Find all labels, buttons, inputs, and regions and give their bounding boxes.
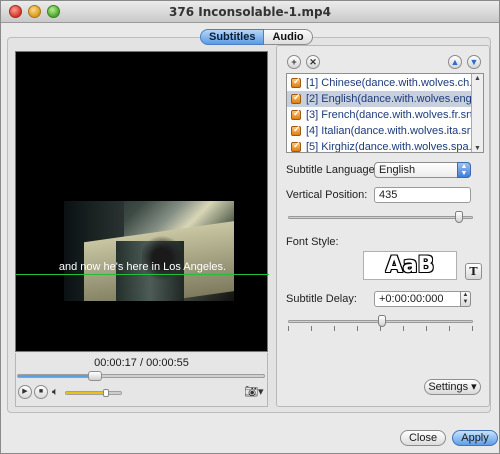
settings-button[interactable]: Settings ▾ [424,379,481,395]
subtitle-overlay-text: and now he's here in Los Angeles. [58,261,227,273]
checkbox[interactable] [291,140,301,152]
speaker-icon[interactable]: 🔈︎ [52,386,59,399]
title-bar: 376 Inconsolable-1.mp4 [1,1,499,23]
subtitle-delay-field[interactable]: +0:00:00:000 ▲ ▼ [374,291,471,307]
remove-subtitle-button[interactable]: ✕ [306,55,320,69]
list-scrollbar[interactable]: ▲ ▼ [471,74,483,152]
progress-fill [18,375,95,377]
list-item-label: [2] English(dance.with.wolves.eng... [306,93,473,105]
arrow-down-icon: ▼ [469,57,479,67]
vertical-position-value: 435 [379,189,398,201]
slider-tick [380,326,381,331]
apply-button[interactable]: Apply [452,430,498,446]
chevron-down-icon: ▾ [471,381,477,393]
subtitle-delay-ticks [288,326,473,332]
tab-audio[interactable]: Audio [264,29,313,45]
list-item-label: [3] French(dance.with.wolves.fr.srt) [306,109,473,121]
window-title: 376 Inconsolable-1.mp4 [169,5,331,19]
checkbox[interactable] [291,108,301,120]
chevron-updown-icon: ▲ ▼ [457,162,471,178]
slider-tick [334,326,335,331]
subtitle-delay-label: Subtitle Delay: [286,293,357,305]
scroll-up-icon[interactable]: ▲ [472,74,483,84]
tab-subtitles[interactable]: Subtitles [200,29,265,45]
scroll-down-icon[interactable]: ▼ [472,144,483,152]
list-item[interactable]: [4] Italian(dance.with.wolves.ita.srt) [287,123,473,139]
font-preview: AaB [363,251,457,280]
slider-tick [449,326,450,331]
stop-icon: ■ [38,388,44,395]
volume-fill [66,392,105,394]
volume-handle[interactable] [102,389,109,397]
subtitle-language-value: English [379,164,416,176]
arrow-up-icon: ▲ [450,57,460,67]
checkbox[interactable] [291,124,301,136]
close-button[interactable]: Close [400,430,446,446]
slider-tick [403,326,404,331]
list-item-label: [1] Chinese(dance.with.wolves.ch... [306,77,473,89]
tab-bar: Subtitles Audio [200,29,313,45]
settings-button-label: Settings [428,381,469,393]
slider-tick [357,326,358,331]
list-item-label: [4] Italian(dance.with.wolves.ita.srt) [306,125,473,137]
subtitle-position-line [16,274,269,275]
move-down-button[interactable]: ▼ [467,55,481,69]
vertical-position-slider[interactable] [288,211,473,223]
play-icon: ▶ [22,388,28,395]
font-style-label: Font Style: [286,236,339,248]
list-item[interactable]: [2] English(dance.with.wolves.eng... [287,91,473,107]
vertical-position-label: Vertical Position: [286,189,368,201]
add-subtitle-button[interactable]: + [287,55,301,69]
slider-tick [288,326,289,331]
subtitle-list[interactable]: [1] Chinese(dance.with.wolves.ch... [2] … [286,73,484,153]
progress-handle[interactable] [87,371,102,381]
subtitle-language-select[interactable]: English ▲ ▼ [374,162,471,178]
slider-tick [426,326,427,331]
font-style-button[interactable]: T [465,263,482,280]
app-window: 376 Inconsolable-1.mp4 Subtitles Audio a… [0,0,500,454]
vertical-position-field[interactable]: 435 [374,187,471,203]
list-item[interactable]: [1] Chinese(dance.with.wolves.ch... [287,75,473,91]
slider-tick [311,326,312,331]
vertical-position-handle[interactable] [455,211,464,223]
camera-icon[interactable]: 📷︎▾ [244,385,264,398]
checkbox[interactable] [291,76,301,88]
remove-icon: ✕ [309,57,317,67]
progress-bar[interactable] [17,371,265,381]
stop-button[interactable]: ■ [34,385,48,399]
subtitle-delay-value: +0:00:00:000 [379,293,444,305]
time-readout: 00:00:17 / 00:00:55 [94,357,189,369]
video-preview: and now he's here in Los Angeles. [15,51,269,352]
move-up-button[interactable]: ▲ [448,55,462,69]
checkbox[interactable] [291,92,301,104]
list-item[interactable]: [5] Kirghiz(dance.with.wolves.spa.... [287,139,473,153]
subtitle-delay-slider[interactable] [288,315,473,327]
list-item[interactable]: [3] French(dance.with.wolves.fr.srt) [287,107,473,123]
video-frame-image [64,201,234,301]
volume-slider[interactable] [65,389,122,397]
play-button[interactable]: ▶ [18,385,32,399]
plus-icon: + [291,57,297,67]
list-item-label: [5] Kirghiz(dance.with.wolves.spa.... [306,141,473,153]
subtitle-language-label: Subtitle Language: [286,164,378,176]
subtitle-delay-stepper[interactable]: ▲ ▼ [460,291,471,307]
slider-tick [472,326,473,331]
